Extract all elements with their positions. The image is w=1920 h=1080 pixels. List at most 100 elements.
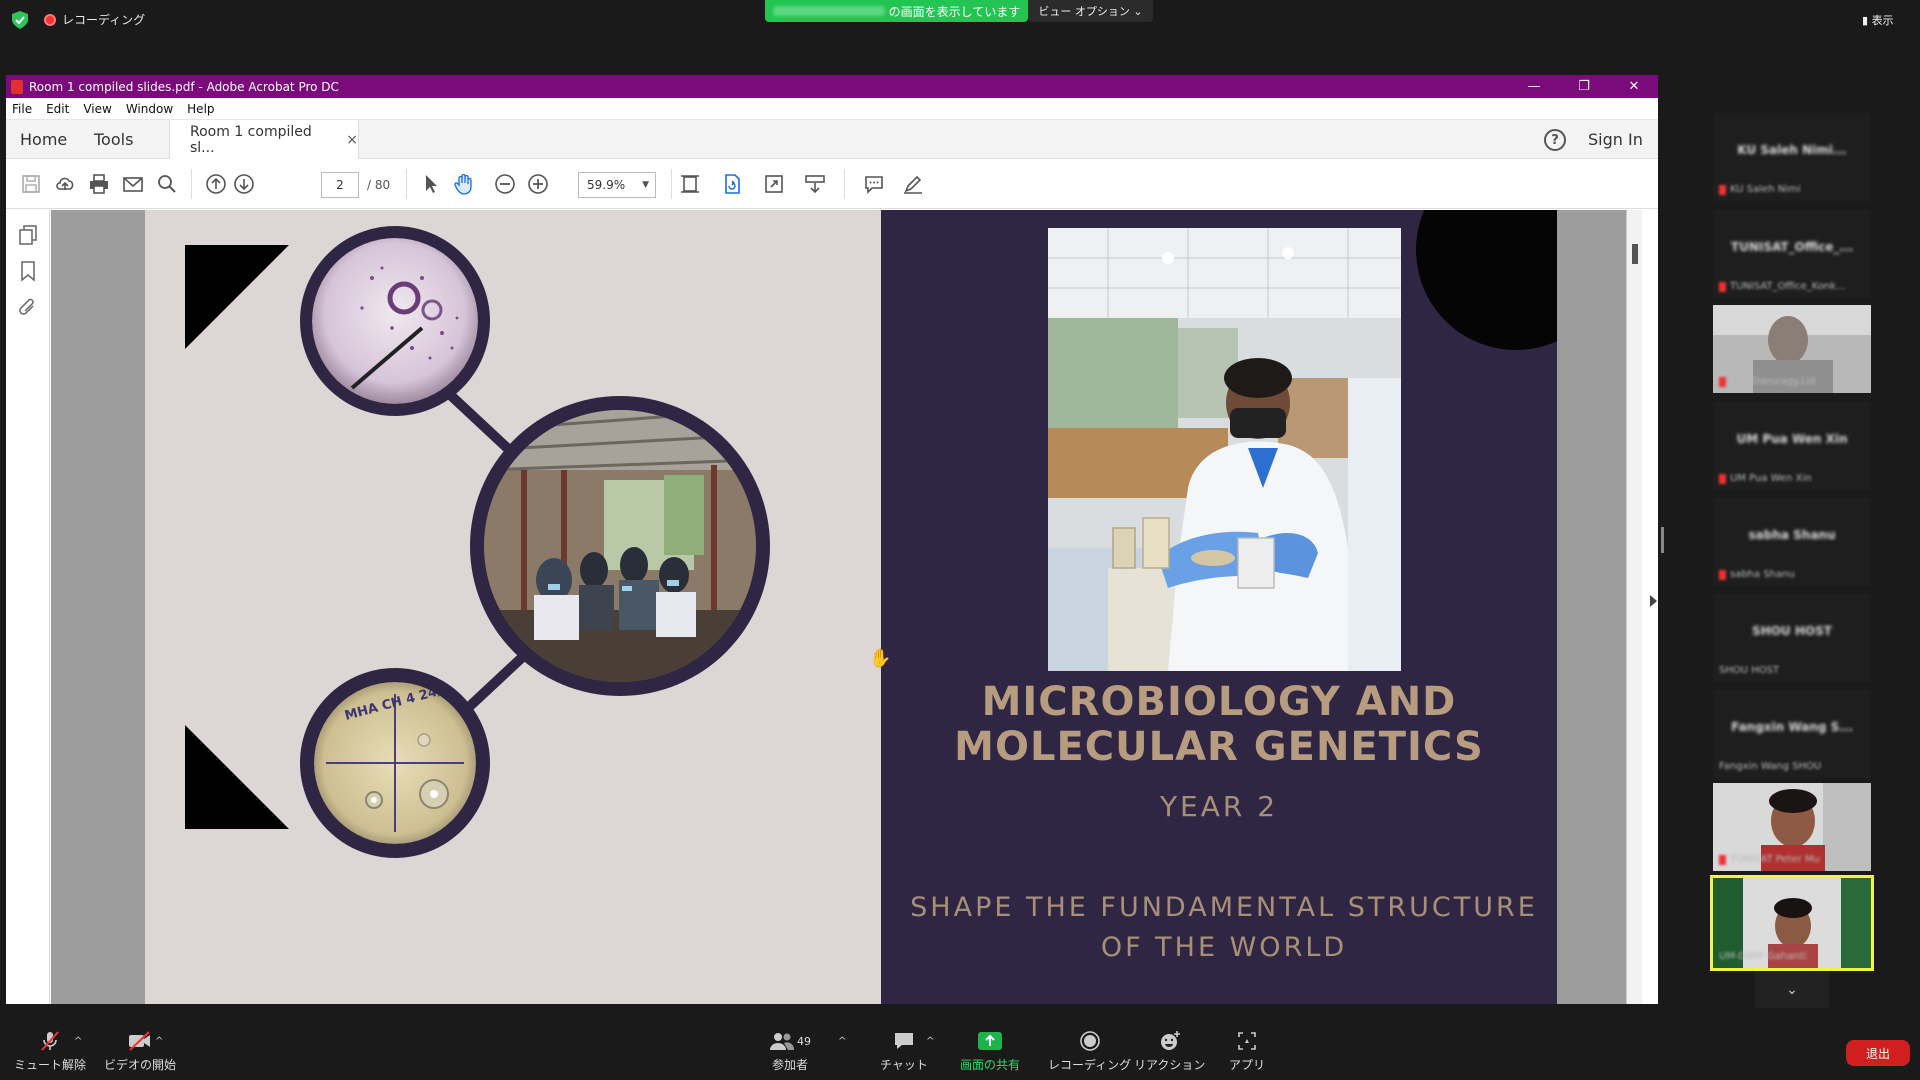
previous-page-icon[interactable] — [204, 172, 228, 196]
toolbar: 2 / 80 59.9% ▼ — [6, 159, 1658, 209]
leave-meeting-button[interactable]: 退出 — [1846, 1040, 1910, 1066]
participant-label: KU Saleh Nimi — [1719, 184, 1801, 195]
select-arrow-icon[interactable] — [419, 172, 443, 196]
microscope-slide-image — [312, 238, 478, 404]
left-navigation-rail — [6, 210, 50, 1004]
participant-video-tile-active-speaker[interactable]: UM-DIMP Gahanti — [1710, 875, 1874, 971]
menu-edit[interactable]: Edit — [46, 102, 69, 116]
muted-mic-icon — [1719, 473, 1726, 484]
participant-name: Fangxin Wang S... — [1731, 720, 1853, 734]
participant-label-text: Khd Daruragy.Lid — [1730, 376, 1816, 387]
sign-in-button[interactable]: Sign In — [1588, 130, 1643, 149]
menu-help[interactable]: Help — [187, 102, 214, 116]
apps-button[interactable]: アプリ — [1229, 1030, 1265, 1073]
presenter-name-redacted — [772, 6, 885, 16]
share-banner-text: の画面を表示しています — [888, 4, 1021, 19]
save-icon[interactable] — [19, 172, 43, 196]
view-toggle-label: 表示 — [1871, 14, 1894, 27]
next-page-icon[interactable] — [232, 172, 256, 196]
attachment-icon[interactable] — [17, 296, 39, 318]
cloud-upload-icon[interactable] — [53, 172, 77, 196]
zoom-in-icon[interactable] — [526, 172, 550, 196]
collapse-right-panel-icon[interactable] — [1650, 595, 1657, 607]
hand-tool-icon[interactable] — [452, 172, 476, 196]
email-icon[interactable] — [121, 172, 145, 196]
decorative-black-circle — [1416, 210, 1557, 350]
participant-label-text: TUNISAT Peter Mu — [1730, 854, 1820, 865]
rotate-page-icon[interactable] — [720, 172, 744, 196]
slide-title: MICROBIOLOGY AND MOLECULAR GENETICS — [881, 680, 1557, 770]
participant-name: TUNISAT_Office_... — [1730, 240, 1854, 254]
participant-tile[interactable]: TUNISAT_Office_... TUNISAT_Office_Konk..… — [1713, 210, 1871, 298]
zoom-out-icon[interactable] — [493, 172, 517, 196]
fit-page-icon[interactable] — [678, 172, 702, 196]
start-video-button[interactable]: ビデオの開始 — [104, 1030, 176, 1073]
record-dot-icon — [44, 13, 56, 26]
scrollbar-thumb[interactable] — [1632, 244, 1638, 264]
close-tab-icon[interactable]: × — [346, 132, 358, 148]
search-icon[interactable] — [155, 172, 179, 196]
chevron-up-icon[interactable]: ^ — [838, 1036, 846, 1047]
chat-button[interactable]: チャット — [880, 1030, 928, 1073]
zoom-level-value: 59.9% — [587, 178, 626, 192]
share-screen-button[interactable]: 画面の共有 — [960, 1030, 1020, 1073]
acrobat-window: Room 1 compiled slides.pdf - Adobe Acrob… — [6, 75, 1658, 1004]
participant-tile[interactable]: sabha Shanu sabha Shanu — [1713, 498, 1871, 586]
comment-icon[interactable] — [862, 172, 886, 196]
participant-tile[interactable]: UM Pua Wen Xin UM Pua Wen Xin — [1713, 402, 1871, 490]
tab-tools[interactable]: Tools — [94, 130, 133, 149]
slide-left-panel: MHA CH 4 24/5 — [145, 210, 881, 1004]
full-screen-icon[interactable] — [762, 172, 786, 196]
document-view[interactable]: MHA CH 4 24/5 MICROBIOLOGY AND MOLECULAR… — [51, 210, 1641, 1004]
participants-button[interactable]: 49 参加者 — [765, 1030, 815, 1073]
page-thumbnails-icon[interactable] — [17, 224, 39, 246]
video-off-icon — [127, 1030, 153, 1052]
page-number-input[interactable]: 2 — [321, 172, 359, 198]
chevron-up-icon[interactable]: ^ — [74, 1036, 82, 1047]
chevron-up-icon[interactable]: ^ — [155, 1036, 163, 1047]
minimize-button[interactable]: — — [1511, 75, 1557, 98]
shield-icon[interactable] — [12, 11, 28, 29]
panel-resize-handle[interactable] — [1661, 527, 1664, 553]
agar-plate-image: MHA CH 4 24/5 — [314, 682, 476, 844]
menu-view[interactable]: View — [83, 102, 111, 116]
close-window-button[interactable]: ✕ — [1611, 75, 1657, 98]
participant-tile[interactable]: KU Saleh Nimi... KU Saleh Nimi — [1713, 113, 1871, 201]
view-toggle-button[interactable]: ▮ 表示 — [1862, 12, 1894, 28]
share-screen-label: 画面の共有 — [960, 1058, 1021, 1072]
participant-label: UM Pua Wen Xin — [1719, 473, 1812, 484]
students-group-photo — [484, 410, 756, 682]
bookmark-icon[interactable] — [17, 260, 39, 282]
menu-file[interactable]: File — [12, 102, 32, 116]
chevron-up-icon[interactable]: ^ — [926, 1036, 934, 1047]
window-title: Room 1 compiled slides.pdf - Adobe Acrob… — [29, 79, 339, 94]
decorative-triangle-bottom — [185, 725, 289, 829]
recording-button[interactable]: レコーディング — [1048, 1030, 1131, 1073]
recording-indicator[interactable]: レコーディング — [44, 11, 145, 28]
zoom-control-bar: ミュート解除 ^ ビデオの開始 ^ 49 参加者 ^ チャット ^ 画面の共有 … — [0, 1020, 1920, 1080]
hand-cursor-icon: ✋ — [869, 648, 892, 669]
zoom-level-select[interactable]: 59.9% ▼ — [578, 172, 656, 198]
reactions-button[interactable]: リアクション — [1134, 1030, 1205, 1073]
vertical-scrollbar[interactable] — [1626, 210, 1642, 1004]
chevron-down-icon[interactable]: ⌄ — [1755, 972, 1829, 1008]
menu-window[interactable]: Window — [126, 102, 173, 116]
participant-label-text: UM Pua Wen Xin — [1730, 473, 1812, 484]
view-options-button[interactable]: ビュー オプション ⌄ — [1028, 0, 1153, 22]
restore-button[interactable]: ❐ — [1561, 75, 1607, 98]
sign-pen-icon[interactable] — [901, 172, 925, 196]
participant-tile[interactable]: SHOU HOST SHOU HOST — [1713, 594, 1871, 682]
participant-video-tile[interactable]: Khd Daruragy.Lid — [1713, 305, 1871, 393]
participant-tile[interactable]: Fangxin Wang S... Fangxin Wang SHOU — [1713, 690, 1871, 778]
participant-video-tile[interactable]: TUNISAT Peter Mu — [1713, 783, 1871, 871]
participant-label: TUNISAT_Office_Konk... — [1719, 281, 1846, 292]
participant-label-text: KU Saleh Nimi — [1730, 184, 1801, 195]
recording-label: レコーディング — [62, 13, 146, 27]
print-icon[interactable] — [87, 172, 111, 196]
help-icon[interactable]: ? — [1544, 129, 1566, 151]
scroll-mode-icon[interactable] — [803, 172, 827, 196]
chat-label: チャット — [880, 1058, 928, 1072]
tab-document[interactable]: Room 1 compiled sl... × — [169, 120, 359, 159]
tab-home[interactable]: Home — [20, 130, 67, 149]
toolbar-divider — [671, 169, 672, 199]
